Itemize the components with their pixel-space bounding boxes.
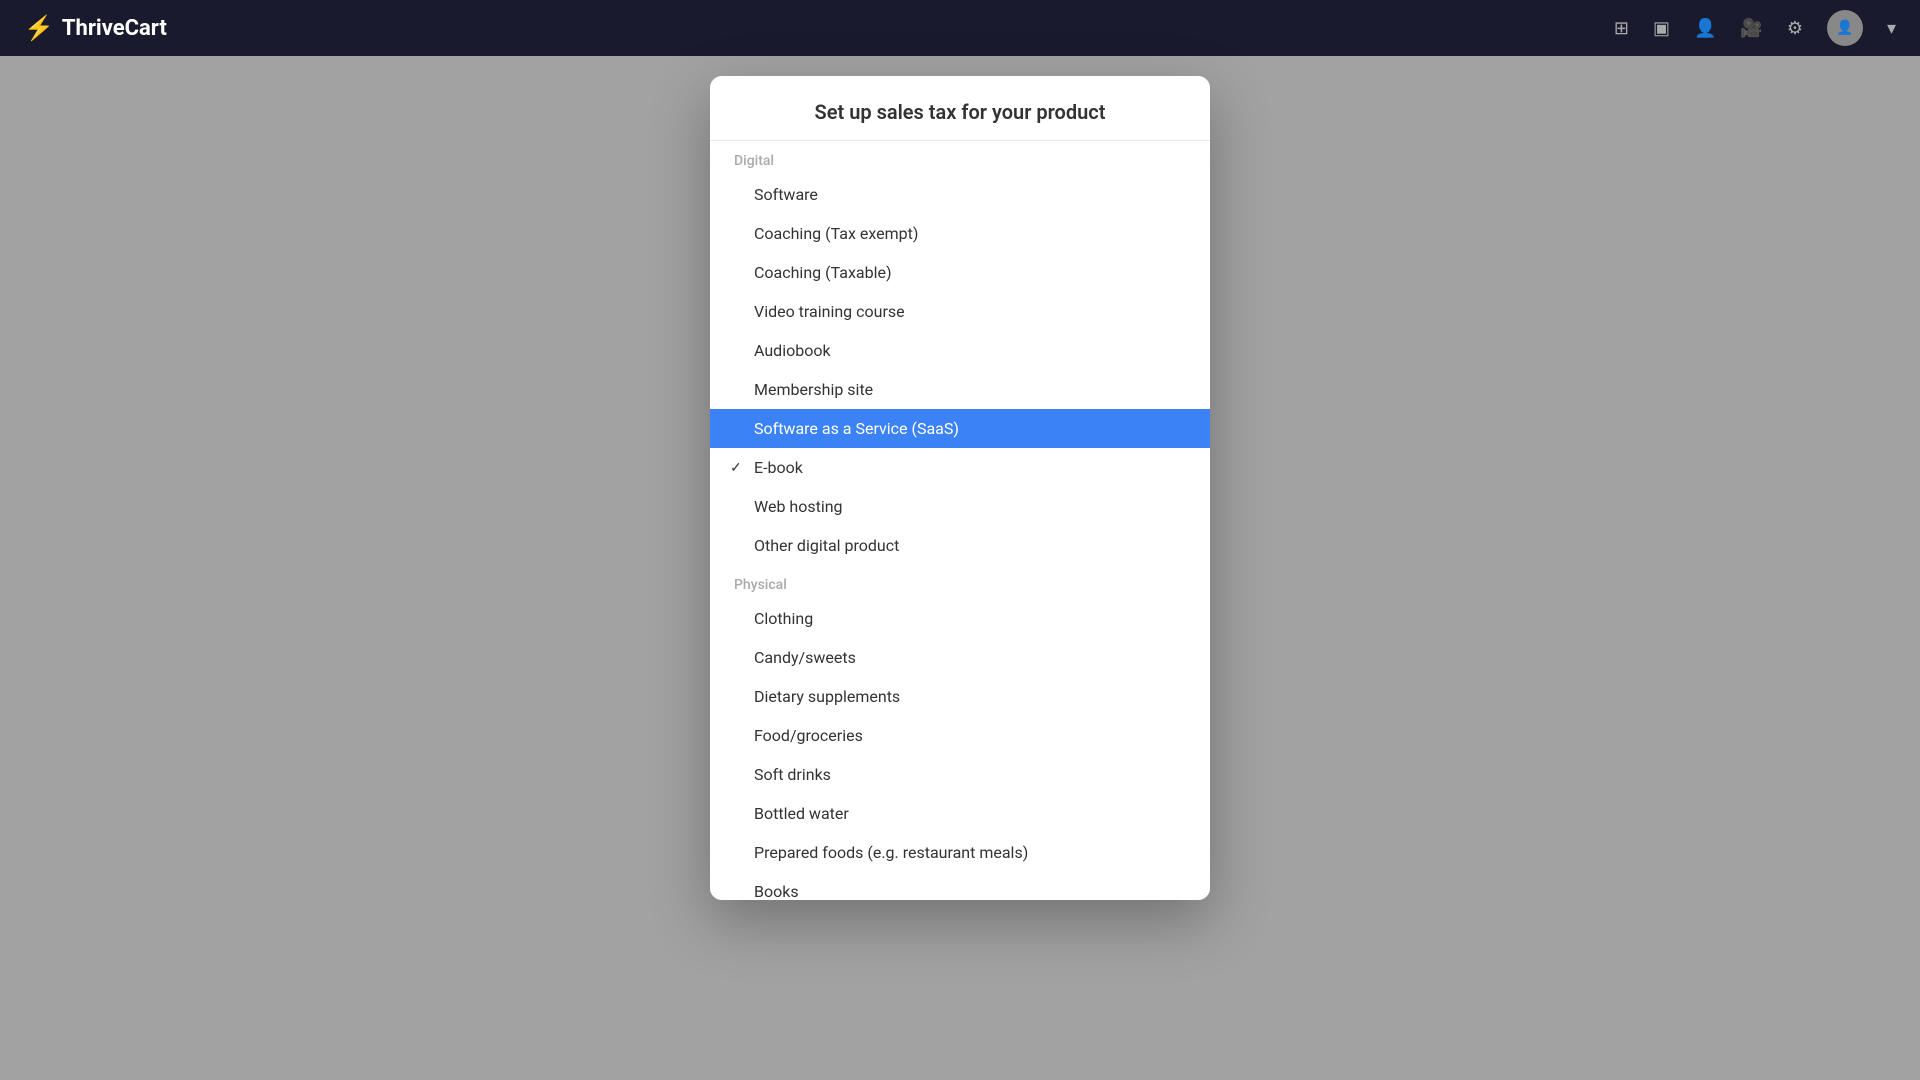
dropdown-item-other-digital[interactable]: Other digital product xyxy=(710,526,1210,565)
check-icon: ✓ xyxy=(730,460,742,476)
dropdown-item-label-dietary: Dietary supplements xyxy=(754,687,900,706)
credit-card-icon[interactable]: ▣ xyxy=(1653,18,1670,39)
dropdown-item-label-coaching-taxable: Coaching (Taxable) xyxy=(754,263,892,282)
dropdown-item-label-food: Food/groceries xyxy=(754,726,863,745)
brand-logo[interactable]: ⚡ ThriveCart xyxy=(24,14,167,42)
dropdown-item-dietary[interactable]: Dietary supplements xyxy=(710,677,1210,716)
dropdown-item-label-membership-site: Membership site xyxy=(754,380,873,399)
video-icon[interactable]: 🎥 xyxy=(1740,18,1762,39)
dropdown-item-label-ebook: E-book xyxy=(754,458,803,477)
modal-header: Set up sales tax for your product xyxy=(710,76,1210,140)
dropdown-item-food[interactable]: Food/groceries xyxy=(710,716,1210,755)
dropdown-item-bottled-water[interactable]: Bottled water xyxy=(710,794,1210,833)
dropdown-item-label-bottled-water: Bottled water xyxy=(754,804,849,823)
modal-title: Set up sales tax for your product xyxy=(734,100,1186,124)
dropdown-item-label-books: Books xyxy=(754,882,799,900)
dropdown-item-label-web-hosting: Web hosting xyxy=(754,497,843,516)
dropdown-item-membership-site[interactable]: Membership site xyxy=(710,370,1210,409)
dropdown-item-web-hosting[interactable]: Web hosting xyxy=(710,487,1210,526)
dropdown-item-saas[interactable]: Software as a Service (SaaS) xyxy=(710,409,1210,448)
navbar: ⚡ ThriveCart ⊞ ▣ 👤 🎥 ⚙ 👤 ▾ xyxy=(0,0,1920,56)
dropdown-item-label-audiobook: Audiobook xyxy=(754,341,831,360)
dropdown-item-clothing[interactable]: Clothing xyxy=(710,599,1210,638)
page-background: Set up sales tax for your product Digita… xyxy=(0,56,1920,1080)
chevron-down-icon[interactable]: ▾ xyxy=(1887,18,1896,39)
user-icon[interactable]: 👤 xyxy=(1694,18,1716,39)
grid-icon[interactable]: ⊞ xyxy=(1614,18,1629,39)
dropdown-item-label-video-training: Video training course xyxy=(754,302,905,321)
group-header-digital: Digital xyxy=(710,141,1210,175)
navbar-icons: ⊞ ▣ 👤 🎥 ⚙ 👤 ▾ xyxy=(1614,10,1896,46)
dropdown-item-prepared-foods[interactable]: Prepared foods (e.g. restaurant meals) xyxy=(710,833,1210,872)
avatar[interactable]: 👤 xyxy=(1827,10,1863,46)
dropdown-item-ebook[interactable]: ✓ E-book xyxy=(710,448,1210,487)
dropdown-item-coaching-taxable[interactable]: Coaching (Taxable) xyxy=(710,253,1210,292)
dropdown-item-label-candy: Candy/sweets xyxy=(754,648,856,667)
group-header-physical: Physical xyxy=(710,565,1210,599)
product-type-dropdown[interactable]: Digital Software Coaching (Tax exempt) Coac… xyxy=(710,140,1210,900)
dropdown-item-software[interactable]: Software xyxy=(710,175,1210,214)
dropdown-item-candy[interactable]: Candy/sweets xyxy=(710,638,1210,677)
dropdown-item-label-coaching-exempt: Coaching (Tax exempt) xyxy=(754,224,918,243)
dropdown-item-label-saas: Software as a Service (SaaS) xyxy=(754,419,959,438)
tax-modal: Set up sales tax for your product Digita… xyxy=(710,76,1210,900)
dropdown-item-label-soft-drinks: Soft drinks xyxy=(754,765,831,784)
dropdown-item-coaching-exempt[interactable]: Coaching (Tax exempt) xyxy=(710,214,1210,253)
dropdown-item-books[interactable]: Books xyxy=(710,872,1210,900)
dropdown-item-label-other-digital: Other digital product xyxy=(754,536,899,555)
dropdown-item-soft-drinks[interactable]: Soft drinks xyxy=(710,755,1210,794)
dropdown-item-video-training[interactable]: Video training course xyxy=(710,292,1210,331)
dropdown-item-audiobook[interactable]: Audiobook xyxy=(710,331,1210,370)
dropdown-item-label-software: Software xyxy=(754,185,818,204)
modal-overlay: Set up sales tax for your product Digita… xyxy=(0,56,1920,1080)
settings-icon[interactable]: ⚙ xyxy=(1787,18,1803,39)
dropdown-item-label-clothing: Clothing xyxy=(754,609,813,628)
brand-name: ThriveCart xyxy=(62,16,167,41)
logo-icon: ⚡ xyxy=(24,14,54,42)
dropdown-item-label-prepared-foods: Prepared foods (e.g. restaurant meals) xyxy=(754,843,1028,862)
